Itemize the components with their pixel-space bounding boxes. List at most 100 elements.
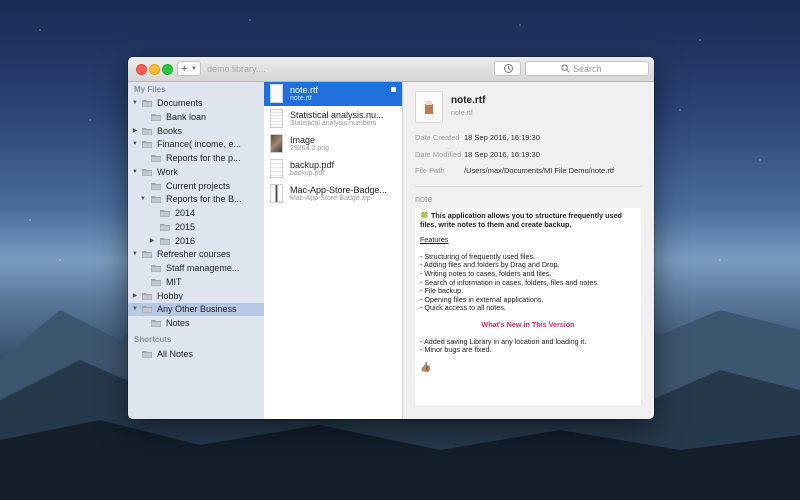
file-list: note.rtf note.rtf Statistical analysis.n…	[264, 82, 403, 419]
clock-icon	[504, 64, 513, 73]
sidebar-item-current-projects[interactable]: Current projects	[128, 180, 264, 193]
folder-icon	[151, 183, 161, 190]
sidebar-item-refresher-courses[interactable]: ▼ Refresher courses	[128, 248, 264, 261]
sidebar-item-label: Any Other Business	[157, 304, 237, 314]
sidebar-item-books[interactable]: ▶ Books	[128, 125, 264, 138]
sidebar-item-any-other-business[interactable]: ▼ Any Other Business	[128, 303, 264, 316]
file-name: Mac-App-Store-Badge...	[290, 185, 388, 195]
sidebar-item-mit[interactable]: MIT	[128, 276, 264, 289]
features-heading: Features	[420, 235, 449, 245]
sidebar-item-staff-management[interactable]: Staff manageme...	[128, 262, 264, 275]
sidebar-item-label: Current projects	[166, 181, 231, 191]
folder-icon	[142, 128, 152, 135]
folder-icon	[151, 265, 161, 272]
add-label: +	[181, 63, 188, 75]
disclosure-expanded-icon[interactable]: ▼	[131, 248, 139, 261]
sidebar-item-label: Notes	[166, 318, 190, 328]
zoom-window-button[interactable]	[162, 64, 173, 75]
note-intro: 🍀 This application allows you to structu…	[420, 211, 636, 229]
selection-marker-icon	[391, 87, 396, 92]
folder-icon	[151, 279, 161, 286]
history-button[interactable]	[494, 61, 521, 76]
file-item-note-rtf[interactable]: note.rtf note.rtf	[264, 82, 402, 106]
whats-new-heading: What's New in This Version	[481, 319, 575, 329]
disclosure-collapsed-icon[interactable]: ▶	[148, 235, 156, 248]
disclosure-collapsed-icon[interactable]: ▶	[131, 125, 139, 138]
folder-icon	[160, 224, 170, 231]
sidebar-item-label: Reports for the p...	[166, 153, 241, 163]
close-window-button[interactable]	[136, 64, 147, 75]
file-subname: 29364 2.png	[290, 145, 329, 152]
sidebar-item-label: 2015	[175, 222, 196, 232]
note-header: note	[415, 194, 433, 204]
note-intro-text: This application allows you to structure…	[420, 211, 622, 229]
detail-subtitle: note.rtf	[451, 110, 473, 117]
sidebar: My Files ▼ Documents Bank loan ▶ Books ▼…	[128, 82, 265, 419]
folder-icon	[142, 100, 152, 107]
sidebar-item-notes[interactable]: Notes	[128, 317, 264, 330]
sidebar-item-reports-b[interactable]: ▼ Reports for the B...	[128, 193, 264, 206]
disclosure-collapsed-icon[interactable]: ▶	[131, 290, 139, 303]
search-icon	[561, 64, 570, 73]
sidebar-item-label: Documents	[157, 98, 203, 108]
file-item-backup-pdf[interactable]: backup.pdf backup.pdf	[264, 157, 402, 181]
note-editor[interactable]: 🍀 This application allows you to structu…	[415, 208, 641, 405]
file-subname: backup.pdf	[290, 170, 325, 177]
sidebar-item-label: Bank loan	[166, 112, 207, 122]
date-modified-label: Date Modified	[415, 150, 462, 159]
detail-pane: note.rtf note.rtf Date Created 18 Sep 20…	[403, 82, 654, 419]
sidebar-item-hobby[interactable]: ▶ Hobby	[128, 290, 264, 303]
file-name: Statistical analysis.nu...	[290, 110, 384, 120]
file-subname: note.rtf	[290, 95, 312, 102]
sidebar-item-bank-loan[interactable]: Bank loan	[128, 111, 264, 124]
disclosure-expanded-icon[interactable]: ▼	[131, 166, 139, 179]
sidebar-item-work[interactable]: ▼ Work	[128, 166, 264, 179]
thumbs-up-icon: 👍🏽	[420, 361, 432, 372]
file-subname: Mac-App-Store-Badge.zip	[290, 195, 371, 202]
sidebar-item-label: Hobby	[157, 291, 184, 301]
folder-icon	[142, 251, 152, 258]
folder-icon	[160, 210, 170, 217]
sidebar-item-label: 2014	[175, 208, 196, 218]
zip-file-icon	[270, 184, 283, 203]
file-item-mac-app-store-badge[interactable]: Mac-App-Store-Badge... Mac-App-Store-Bad…	[264, 182, 402, 206]
date-created-label: Date Created	[415, 133, 460, 142]
app-window: + ▼ demo library.... My Files ▼ Document…	[128, 57, 654, 419]
image-file-icon	[270, 134, 283, 153]
file-preview-icon	[415, 91, 443, 123]
detail-title: note.rtf	[451, 95, 486, 106]
folder-icon	[142, 351, 152, 358]
file-item-image[interactable]: Image 29364 2.png	[264, 132, 402, 156]
minimize-window-button[interactable]	[149, 64, 160, 75]
rtf-file-icon	[270, 84, 283, 103]
folder-icon	[151, 196, 161, 203]
date-modified-value: 18 Sep 2016, 16:19:30	[464, 150, 540, 159]
search-field[interactable]	[525, 61, 649, 76]
sidebar-item-label: MIT	[166, 277, 182, 287]
add-button[interactable]: + ▼	[177, 61, 201, 76]
search-input[interactable]	[573, 63, 613, 74]
sidebar-item-all-notes[interactable]: All Notes	[128, 348, 264, 361]
chevron-down-icon: ▼	[191, 66, 197, 72]
sidebar-item-finance[interactable]: ▼ Finance( income, e...	[128, 138, 264, 151]
sidebar-item-2014[interactable]: 2014	[128, 207, 264, 220]
disclosure-expanded-icon[interactable]: ▼	[131, 138, 139, 151]
my-files-header: My Files	[134, 85, 166, 94]
sidebar-item-2015[interactable]: 2015	[128, 221, 264, 234]
file-item-statistical-analysis[interactable]: Statistical analysis.nu... Statistical a…	[264, 107, 402, 131]
folder-icon	[142, 141, 152, 148]
file-name: Image	[290, 135, 316, 145]
pdf-file-icon	[270, 159, 283, 178]
sidebar-item-label: Work	[157, 167, 178, 177]
file-path-value: /Users/max/Documents/MI File Demo/note.r…	[464, 166, 615, 175]
features-list: - Structuring of frequently used files. …	[420, 252, 636, 313]
disclosure-expanded-icon[interactable]: ▼	[139, 193, 147, 206]
disclosure-expanded-icon[interactable]: ▼	[131, 303, 139, 316]
sidebar-item-2016[interactable]: ▶ 2016	[128, 235, 264, 248]
disclosure-expanded-icon[interactable]: ▼	[131, 97, 139, 110]
sidebar-item-reports-p[interactable]: Reports for the p...	[128, 152, 264, 165]
folder-icon	[160, 238, 170, 245]
changes-list: - Added saving Library in any location a…	[420, 337, 636, 355]
sidebar-item-documents[interactable]: ▼ Documents	[128, 97, 264, 110]
divider	[415, 186, 642, 187]
